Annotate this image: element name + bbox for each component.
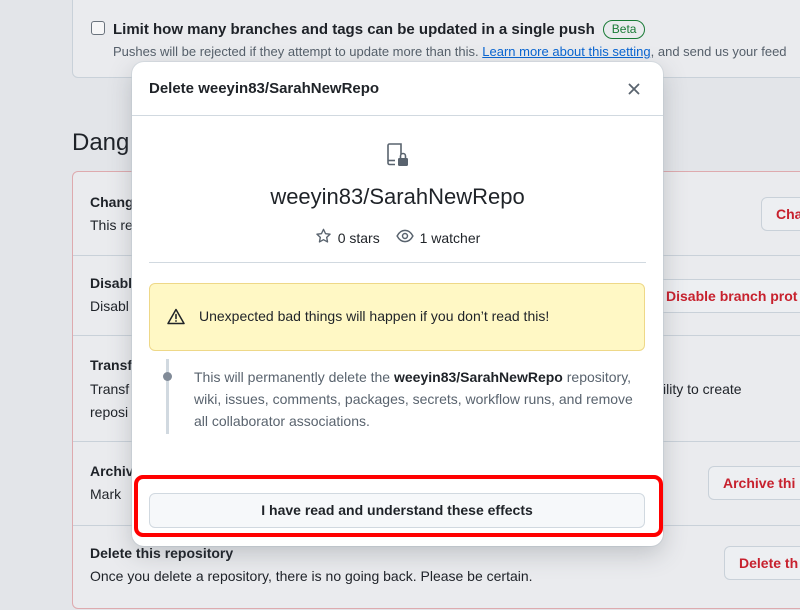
watchers-count: 1 watcher: [419, 229, 481, 246]
watchers-stat: 1 watcher: [395, 227, 481, 248]
effects-prefix: This will permanently delete the: [194, 369, 394, 385]
eye-icon: [395, 227, 414, 248]
settings-page: Limit how many branches and tags can be …: [0, 0, 800, 610]
stars-stat: 0 stars: [315, 228, 380, 248]
dialog-title: Delete weeyin83/SarahNewRepo: [149, 80, 380, 97]
effects-timeline: [166, 359, 169, 434]
repo-stats: 0 stars 1 watcher: [132, 227, 663, 248]
delete-repository-dialog: Delete weeyin83/SarahNewRepo weeyin83/Sa…: [132, 62, 663, 546]
repo-name: weeyin83/SarahNewRepo: [270, 184, 525, 209]
effects-repo-name: weeyin83/SarahNewRepo: [394, 369, 563, 385]
dialog-header: Delete weeyin83/SarahNewRepo: [132, 62, 663, 116]
dialog-divider: [149, 262, 646, 263]
effects-description: This will permanently delete the weeyin8…: [194, 366, 634, 432]
stars-count: 0 stars: [337, 230, 380, 246]
star-icon: [315, 228, 332, 248]
close-icon[interactable]: [621, 76, 647, 102]
highlight-box: [134, 475, 663, 537]
warning-text: Unexpected bad things will happen if you…: [199, 308, 550, 324]
timeline-dot: [163, 372, 172, 381]
warning-flash: Unexpected bad things will happen if you…: [149, 283, 645, 351]
repo-locked-icon: [384, 142, 410, 168]
alert-icon: [167, 308, 185, 330]
